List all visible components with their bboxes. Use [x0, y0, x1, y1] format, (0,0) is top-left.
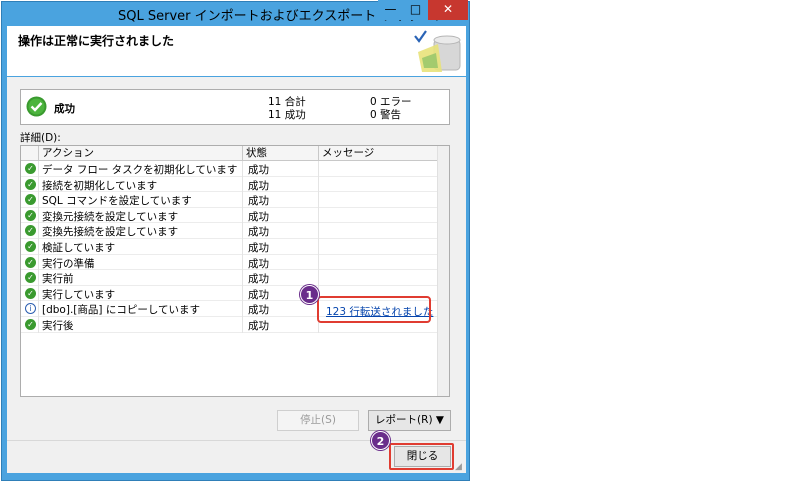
row-action: 変換先接続を設定しています — [42, 226, 179, 239]
row-action: 実行後 — [42, 320, 74, 332]
row-action: SQL コマンドを設定しています — [42, 195, 192, 208]
column-header-message[interactable]: メッセージ — [318, 146, 437, 161]
callout-badge-1: 1 — [300, 285, 319, 304]
row-status: 成功 — [248, 164, 269, 176]
summary-warnings: 0 警告 — [370, 109, 402, 121]
row-status: 成功 — [248, 210, 269, 223]
summary-status: 成功 — [54, 103, 75, 115]
row-action: データ フロー タスクを初期化しています — [42, 164, 238, 176]
row-action: 変換元接続を設定しています — [42, 210, 179, 223]
row-action: 実行しています — [42, 288, 116, 301]
callout-badge-2: 2 — [371, 431, 390, 450]
row-status: 成功 — [248, 288, 269, 301]
row-action: 接続を初期化しています — [42, 179, 158, 192]
minimize-button[interactable]: — — [378, 0, 403, 20]
page-title: 操作は正常に実行されました — [18, 34, 175, 48]
row-status: 成功 — [248, 257, 269, 270]
summary-success: 11 成功 — [268, 109, 306, 121]
callout-highlight-close — [389, 443, 454, 470]
footer-divider — [7, 440, 466, 441]
row-status: 成功 — [248, 304, 269, 317]
column-header-action[interactable]: アクション — [38, 146, 241, 161]
column-header-status[interactable]: 状態 — [242, 146, 318, 161]
row-action: 検証しています — [42, 242, 116, 254]
checkmark-drive-icon — [414, 30, 461, 72]
row-action: 実行の準備 — [42, 257, 95, 270]
row-status: 成功 — [248, 195, 269, 208]
row-action: 実行前 — [42, 273, 74, 286]
report-dropdown-button[interactable]: レポート(R) ▼ — [368, 410, 451, 431]
row-status: 成功 — [248, 273, 269, 286]
close-window-button[interactable]: ✕ — [428, 0, 468, 20]
column-divider — [38, 161, 39, 333]
details-label: 詳細(D): — [20, 132, 61, 144]
success-check-icon: ✓ — [25, 163, 36, 174]
row-status: 成功 — [248, 179, 269, 192]
success-check-icon: ✓ — [25, 178, 36, 190]
table-row[interactable] — [21, 270, 437, 286]
row-status: 成功 — [248, 242, 269, 254]
row-status: 成功 — [248, 226, 269, 239]
callout-highlight-message — [317, 296, 431, 323]
maximize-button[interactable]: □ — [403, 0, 428, 20]
row-status: 成功 — [248, 320, 269, 332]
success-check-icon: ✓ — [25, 209, 36, 221]
grid-scrollbar[interactable] — [437, 146, 449, 396]
resize-grip-icon[interactable]: ◢ — [455, 462, 462, 472]
success-check-icon: ✓ — [25, 287, 36, 299]
success-check-icon: ✓ — [25, 241, 36, 252]
row-action: [dbo].[商品] にコピーしています — [42, 304, 200, 317]
column-divider — [242, 161, 243, 333]
success-check-icon — [26, 96, 47, 117]
stop-button[interactable]: 停止(S) — [277, 410, 359, 431]
success-check-icon: ✓ — [25, 319, 36, 330]
success-check-icon: ✓ — [25, 256, 36, 268]
